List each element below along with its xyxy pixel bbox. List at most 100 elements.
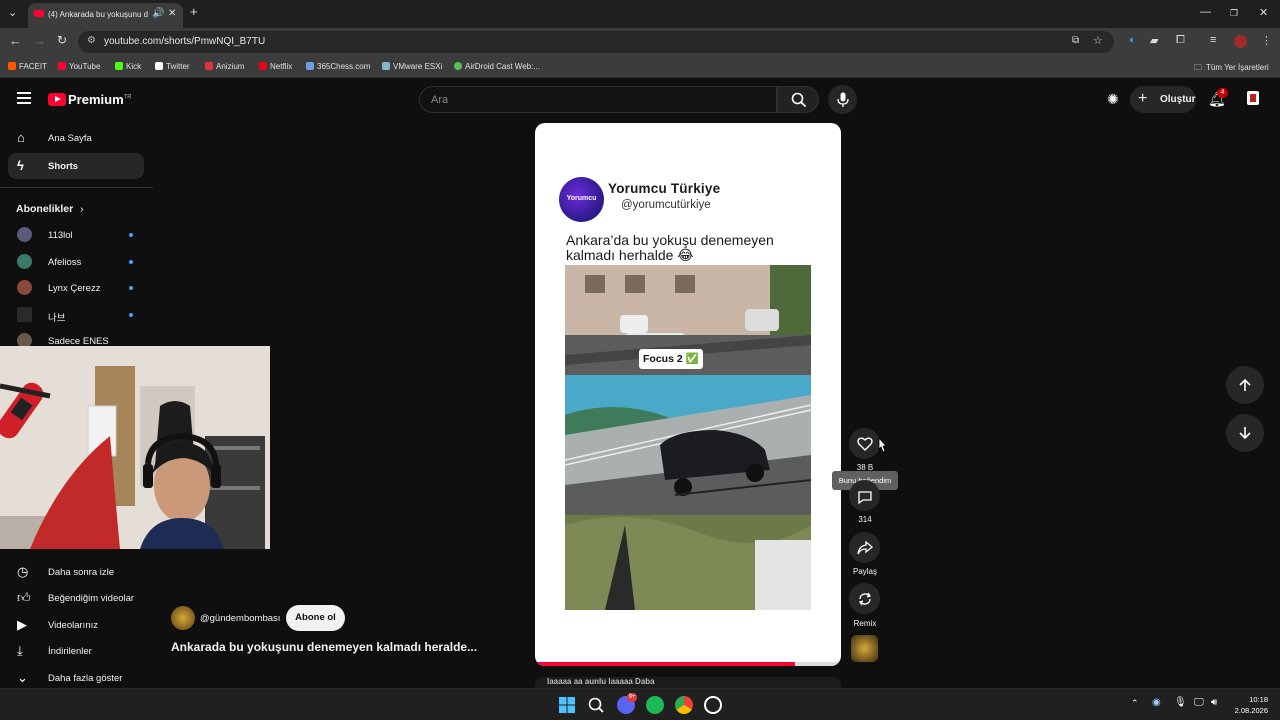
sidebar-item-downloads[interactable]: ⤓ İndirilenler xyxy=(8,638,144,664)
reading-list-icon[interactable]: ≡ xyxy=(1210,34,1216,46)
shorts-player[interactable]: Yorumcu Yorumcu Türkiye @yorumcutürkiye … xyxy=(535,123,841,666)
bookmarks-bar: FACEIT YouTube Kick Twitter Anizium Netf… xyxy=(0,56,1280,78)
bookmark-vmware[interactable]: VMware ESXi xyxy=(382,62,442,71)
card-channel-handle: @yorumcutürkiye xyxy=(621,199,711,211)
owner-channel-handle[interactable]: @gündembombası xyxy=(200,613,280,624)
all-bookmarks[interactable]: 🗀 Tüm Yer İşaretleri xyxy=(1194,62,1269,76)
webcam-overlay xyxy=(0,346,270,549)
taskbar-clock[interactable]: 10:18 2.08.2026 xyxy=(1232,694,1268,716)
back-icon[interactable]: ← xyxy=(9,33,22,48)
extension-icon[interactable]: ▰ xyxy=(1150,34,1158,47)
install-app-icon[interactable]: ⧉ xyxy=(1072,35,1079,46)
tray-network-icon[interactable]: 🖵 xyxy=(1194,697,1204,708)
clock-date: 2.08.2026 xyxy=(1234,706,1268,715)
subscription-item[interactable]: Afelioss xyxy=(8,250,144,274)
comment-icon xyxy=(858,491,872,505)
address-bar[interactable]: ⚙ youtube.com/shorts/PmwNQI_B7TU ⧉ ☆ xyxy=(78,31,1114,53)
bookmark-youtube[interactable]: YouTube xyxy=(58,62,100,71)
new-content-dot xyxy=(129,233,133,237)
restore-icon[interactable]: ❐ xyxy=(1230,8,1238,19)
youtube-header: PremiumTR Ara ✺ + Oluştur 🔔︎ 4 xyxy=(0,80,1280,120)
new-content-dot xyxy=(129,313,133,317)
tab-close-icon[interactable]: ✕ xyxy=(168,8,176,19)
chrome-icon[interactable] xyxy=(675,696,693,714)
remix-button[interactable] xyxy=(849,583,880,614)
channel-avatar xyxy=(17,227,32,242)
menu-icon[interactable] xyxy=(17,92,31,104)
next-short-peek[interactable]: Iaaaaa aa aunlu laaaaa Daba xyxy=(535,677,841,688)
youtube-favicon-icon xyxy=(34,10,44,17)
tray-steam-icon[interactable]: ◉ xyxy=(1152,697,1161,708)
subscription-item[interactable]: Lynx Çerezz xyxy=(8,276,144,300)
reload-icon[interactable]: ↻ xyxy=(57,33,67,47)
sidebar-item-your-videos[interactable]: ▶ Videolarınız xyxy=(8,612,144,638)
sidebar-item-watch-later[interactable]: ◷ Daha sonra izle xyxy=(8,559,144,585)
sound-thumbnail[interactable] xyxy=(851,635,878,662)
sidebar-item-home[interactable]: ⌂ Ana Sayfa xyxy=(8,125,144,151)
extensions-puzzle-icon[interactable]: ⧠ xyxy=(1176,34,1185,47)
share-button[interactable] xyxy=(849,532,880,563)
browser-tab-active[interactable]: (4) Ankarada bu yokuşunu d 🔊 ✕ xyxy=(28,3,183,28)
bookmark-star-icon[interactable]: ☆ xyxy=(1093,34,1103,47)
forward-icon[interactable]: → xyxy=(33,33,46,48)
bookmark-anizium[interactable]: Anizium xyxy=(205,62,244,71)
app-icon[interactable] xyxy=(704,696,722,714)
download-icon: ⤓ xyxy=(17,643,23,658)
taskbar-search-icon[interactable] xyxy=(587,696,605,714)
subscription-item[interactable]: 113lol xyxy=(8,223,144,247)
create-button[interactable]: + Oluştur xyxy=(1130,86,1196,113)
bookmark-faceit[interactable]: FACEIT xyxy=(8,62,47,71)
card-caption: Ankara’da bu yokuşu denemeyen kalmadı he… xyxy=(566,232,774,263)
next-short-button[interactable] xyxy=(1226,414,1264,452)
subscriptions-header[interactable]: Abonelikler › xyxy=(16,203,84,215)
microphone-icon xyxy=(837,92,849,107)
channel-avatar xyxy=(17,307,32,322)
tray-volume-icon[interactable]: 🔊︎ xyxy=(1211,697,1217,708)
thumbs-up-icon: 👍︎ xyxy=(17,590,31,605)
sidebar-item-liked-videos[interactable]: 👍︎ Beğendiğim videolar xyxy=(8,585,144,611)
youtube-premium-logo[interactable]: PremiumTR xyxy=(48,92,132,107)
notification-count-badge: 4 xyxy=(1217,88,1228,98)
clip-overlay-label: Focus 2 ✅ xyxy=(643,353,699,365)
new-tab-icon[interactable]: + xyxy=(190,4,198,19)
bookmark-kick[interactable]: Kick xyxy=(115,62,141,71)
remix-label: Remix xyxy=(853,619,877,628)
bookmark-365chess[interactable]: 365Chess.com xyxy=(306,62,370,71)
account-avatar[interactable] xyxy=(1247,91,1259,105)
bookmark-airdroid[interactable]: AirDroid Cast Web:... xyxy=(454,62,540,71)
window-close-icon[interactable]: ✕ xyxy=(1259,6,1268,19)
site-info-icon[interactable]: ⚙ xyxy=(87,35,96,46)
arrow-down-icon xyxy=(1239,427,1251,440)
sidebar-item-shorts[interactable]: ϟ Shorts xyxy=(8,153,144,179)
arrow-up-icon xyxy=(1239,378,1251,391)
bookmark-netflix[interactable]: Netflix xyxy=(259,62,292,71)
tray-chevron-up-icon[interactable]: ⌃ xyxy=(1131,698,1139,709)
windows-start-icon[interactable] xyxy=(558,696,576,714)
chevron-right-icon: › xyxy=(80,203,84,215)
spotify-icon[interactable] xyxy=(646,696,664,714)
tab-search-icon[interactable]: ⌄ xyxy=(8,6,17,19)
progress-bar[interactable] xyxy=(535,662,796,666)
minimize-icon[interactable]: — xyxy=(1200,6,1211,18)
previous-short-button[interactable] xyxy=(1226,366,1264,404)
tray-microphone-icon[interactable]: 🎙︎ xyxy=(1174,697,1187,708)
profile-avatar-icon[interactable] xyxy=(1234,35,1247,48)
extension-audio-icon[interactable]: ◖ xyxy=(1128,34,1135,46)
subscribe-button[interactable]: Abone ol xyxy=(286,605,345,631)
voice-search-button[interactable] xyxy=(828,85,857,114)
next-short-caption: Iaaaaa aa aunlu laaaaa Daba xyxy=(547,677,655,686)
subscription-item[interactable]: 나브 xyxy=(8,303,144,327)
bookmark-twitter[interactable]: Twitter xyxy=(155,62,190,71)
comments-button[interactable] xyxy=(849,480,880,511)
search-button[interactable] xyxy=(777,86,819,113)
folder-icon: 🗀 xyxy=(1194,63,1202,72)
premium-features-icon[interactable]: ✺ xyxy=(1107,91,1119,108)
card-channel-name: Yorumcu Türkiye xyxy=(608,181,721,196)
chrome-menu-icon[interactable]: ⋮ xyxy=(1261,34,1272,47)
tab-audio-icon[interactable]: 🔊 xyxy=(152,8,164,19)
video-frame xyxy=(565,265,811,610)
like-button[interactable] xyxy=(849,428,880,459)
chevron-down-icon: ⌄ xyxy=(17,670,28,685)
owner-channel-avatar[interactable] xyxy=(171,606,195,630)
search-input[interactable]: Ara xyxy=(419,86,777,113)
